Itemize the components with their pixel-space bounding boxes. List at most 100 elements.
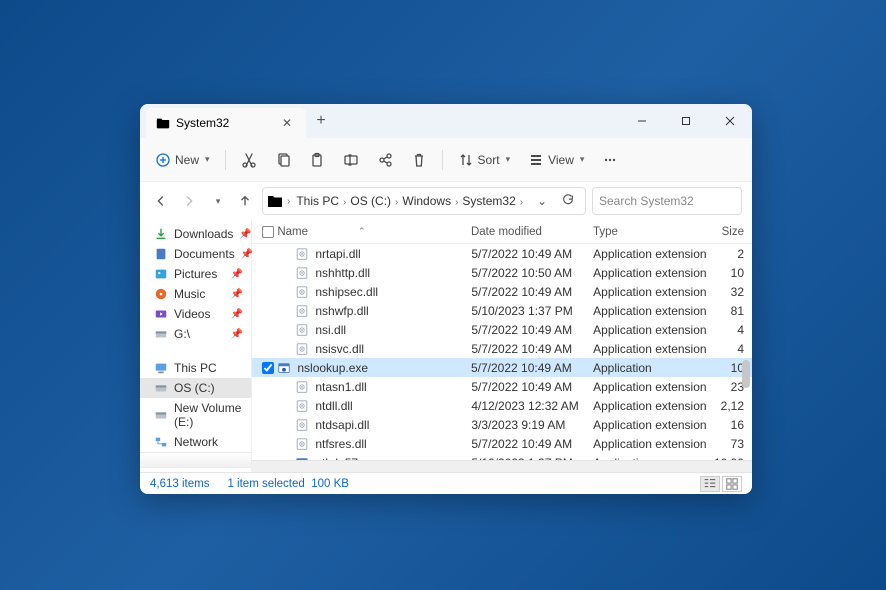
sidebar-item-os-c-[interactable]: OS (C:) [140,378,251,398]
file-type: Application [593,361,709,375]
trash-icon [411,152,427,168]
pc-icon [154,361,168,375]
column-headers: Name⌃ Date modified Type Size [252,220,752,244]
forward-button[interactable] [178,190,200,212]
sidebar-scrollbar[interactable] [140,452,251,468]
cut-button[interactable] [234,147,264,173]
tab-close-button[interactable]: ✕ [278,114,296,132]
music-icon [154,287,168,301]
view-icon [528,152,544,168]
sort-indicator-icon: ⌃ [358,226,366,237]
column-header-date[interactable]: Date modified [471,226,593,238]
file-date: 5/7/2022 10:49 AM [471,323,593,337]
file-row[interactable]: nsisvc.dll5/7/2022 10:49 AMApplication e… [252,339,752,358]
column-header-type[interactable]: Type [593,226,709,238]
horizontal-scrollbar[interactable] [252,460,752,472]
tab-system32[interactable]: System32 ✕ [146,108,306,138]
vertical-scrollbar[interactable] [742,250,750,456]
dll-icon [295,304,309,318]
file-type: Application extension [593,247,709,261]
close-button[interactable] [708,104,752,138]
breadcrumb-windows[interactable]: Windows [398,192,455,210]
breadcrumb-this-pc[interactable]: This PC [292,192,343,210]
file-date: 5/7/2022 10:50 AM [471,266,593,280]
search-box[interactable] [592,187,742,215]
file-row[interactable]: ntkrla57.exe5/10/2023 1:37 PMApplication… [252,453,752,460]
view-button[interactable]: View ▾ [521,147,591,173]
copy-button[interactable] [268,147,298,173]
dots-icon [602,152,618,168]
search-input[interactable] [599,194,752,208]
new-button[interactable]: New ▾ [148,147,217,173]
file-date: 5/7/2022 10:49 AM [471,342,593,356]
dll-icon [295,399,309,413]
breadcrumb-os-c-[interactable]: OS (C:) [346,192,395,210]
titlebar: System32 ✕ + [140,104,752,138]
sort-icon [458,152,474,168]
row-checkbox[interactable] [262,362,274,374]
up-button[interactable] [234,190,256,212]
navigation-sidebar: Downloads📌Documents📌Pictures📌Music📌Video… [140,220,252,472]
file-row[interactable]: ntasn1.dll5/7/2022 10:49 AMApplication e… [252,377,752,396]
file-type: Application extension [593,304,709,318]
chevron-right-icon: › [287,196,290,207]
folder-icon [267,193,283,209]
sidebar-item-downloads[interactable]: Downloads📌 [140,224,251,244]
sort-button[interactable]: Sort ▾ [451,147,518,173]
dll-icon [295,247,309,261]
minimize-button[interactable] [620,104,664,138]
pin-icon: 📌 [231,289,243,300]
file-name: nshipsec.dll [315,285,378,299]
file-list-pane: Name⌃ Date modified Type Size nrtapi.dll… [252,220,752,472]
rename-button[interactable] [336,147,366,173]
downloads-icon [154,227,168,241]
file-name: nshwfp.dll [315,304,368,318]
sidebar-item-this-pc[interactable]: This PC [140,358,251,378]
chevron-down-icon: ▾ [506,154,511,165]
breadcrumb-system32[interactable]: System32 [458,192,519,210]
file-type: Application extension [593,437,709,451]
file-row[interactable]: nshipsec.dll5/7/2022 10:49 AMApplication… [252,282,752,301]
column-header-size[interactable]: Size [709,226,752,238]
back-button[interactable] [150,190,172,212]
cut-icon [241,152,257,168]
file-row[interactable]: ntfsres.dll5/7/2022 10:49 AMApplication … [252,434,752,453]
refresh-button[interactable] [555,191,581,212]
file-type: Application extension [593,399,709,413]
view-details-button[interactable] [700,476,720,492]
pin-icon: 📌 [231,329,243,340]
sidebar-item-g-[interactable]: G:\📌 [140,324,251,344]
select-all-checkbox[interactable] [262,226,274,238]
view-large-icons-button[interactable] [722,476,742,492]
address-history-button[interactable]: ⌄ [531,192,553,210]
sidebar-item-network[interactable]: Network [140,432,251,452]
paste-button[interactable] [302,147,332,173]
sidebar-item-videos[interactable]: Videos📌 [140,304,251,324]
column-header-name[interactable]: Name⌃ [277,226,471,238]
dll-icon [295,418,309,432]
file-row[interactable]: ntdll.dll4/12/2023 12:32 AMApplication e… [252,396,752,415]
scrollbar-thumb[interactable] [742,360,750,388]
file-type: Application [593,456,709,461]
file-row[interactable]: nslookup.exe5/7/2022 10:49 AMApplication… [252,358,752,377]
file-date: 3/3/2023 9:19 AM [471,418,593,432]
dll-icon [295,323,309,337]
exe-app-icon [277,361,291,375]
sidebar-item-pictures[interactable]: Pictures📌 [140,264,251,284]
new-tab-button[interactable]: + [306,104,336,138]
file-row[interactable]: nrtapi.dll5/7/2022 10:49 AMApplication e… [252,244,752,263]
sidebar-item-new-volume-e-[interactable]: New Volume (E:) [140,398,251,432]
sidebar-item-music[interactable]: Music📌 [140,284,251,304]
delete-button[interactable] [404,147,434,173]
maximize-button[interactable] [664,104,708,138]
file-row[interactable]: nsi.dll5/7/2022 10:49 AMApplication exte… [252,320,752,339]
recent-locations-button[interactable]: ▾ [206,190,228,212]
more-button[interactable] [595,147,625,173]
file-row[interactable]: ntdsapi.dll3/3/2023 9:19 AMApplication e… [252,415,752,434]
file-row[interactable]: nshhttp.dll5/7/2022 10:50 AMApplication … [252,263,752,282]
sidebar-item-documents[interactable]: Documents📌 [140,244,251,264]
file-row[interactable]: nshwfp.dll5/10/2023 1:37 PMApplication e… [252,301,752,320]
share-button[interactable] [370,147,400,173]
file-type: Application extension [593,418,709,432]
address-bar[interactable]: › This PC›OS (C:)›Windows›System32› ⌄ [262,187,586,215]
